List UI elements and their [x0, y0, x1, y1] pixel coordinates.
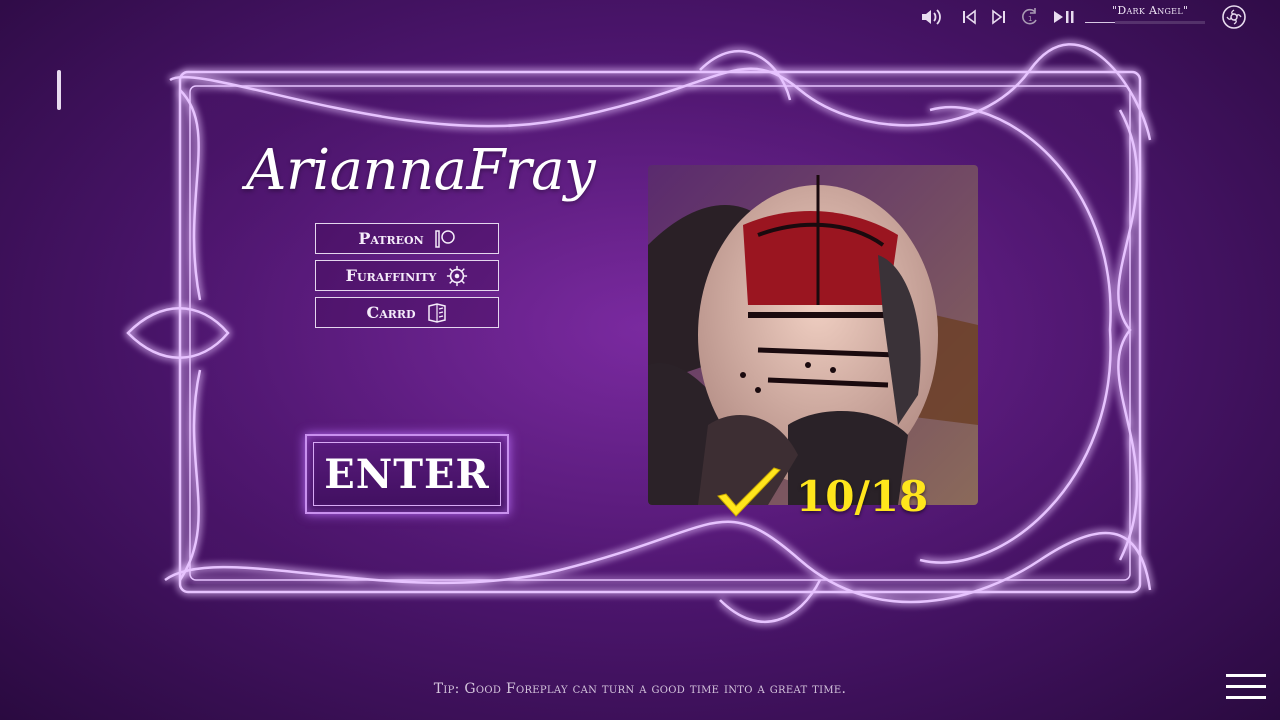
furaffinity-icon [446, 265, 468, 287]
svg-text:1: 1 [1028, 15, 1032, 23]
character-portrait [648, 165, 978, 505]
replay-icon[interactable]: 1 [1019, 6, 1041, 28]
patreon-label: Patreon [358, 229, 424, 248]
enter-label: ENTER [324, 450, 490, 498]
track-progress-bar[interactable] [1115, 21, 1205, 24]
carrd-icon [426, 302, 448, 324]
furaffinity-button[interactable]: Furaffinity [315, 260, 499, 291]
neon-frame [126, 43, 1152, 624]
unlock-count: 10/18 [796, 471, 929, 521]
carrd-label: Carrd [366, 303, 416, 322]
patreon-button[interactable]: Patreon [315, 223, 499, 254]
track-name: "Dark Angel" [1112, 4, 1189, 17]
top-bar: 1 "Dark Angel" [0, 0, 1280, 36]
scrollbar-thumb[interactable] [57, 70, 61, 110]
previous-track-icon[interactable] [958, 6, 980, 28]
gallery-icon[interactable] [1221, 4, 1247, 30]
checkmark-icon [714, 466, 784, 526]
volume-icon[interactable] [920, 6, 942, 28]
unlock-progress: 10/18 [714, 466, 928, 526]
play-pause-icon[interactable] [1050, 6, 1078, 28]
furaffinity-label: Furaffinity [345, 266, 437, 285]
patreon-icon [434, 228, 456, 250]
tip-text: Tip: Good Foreplay can turn a good time … [433, 681, 847, 697]
carrd-button[interactable]: Carrd [315, 297, 499, 328]
enter-button[interactable]: ENTER [305, 434, 509, 514]
next-track-icon[interactable] [988, 6, 1010, 28]
artist-name: AriannaFray [246, 138, 596, 203]
track-divider [1085, 22, 1115, 23]
hamburger-menu-icon[interactable] [1226, 670, 1266, 704]
